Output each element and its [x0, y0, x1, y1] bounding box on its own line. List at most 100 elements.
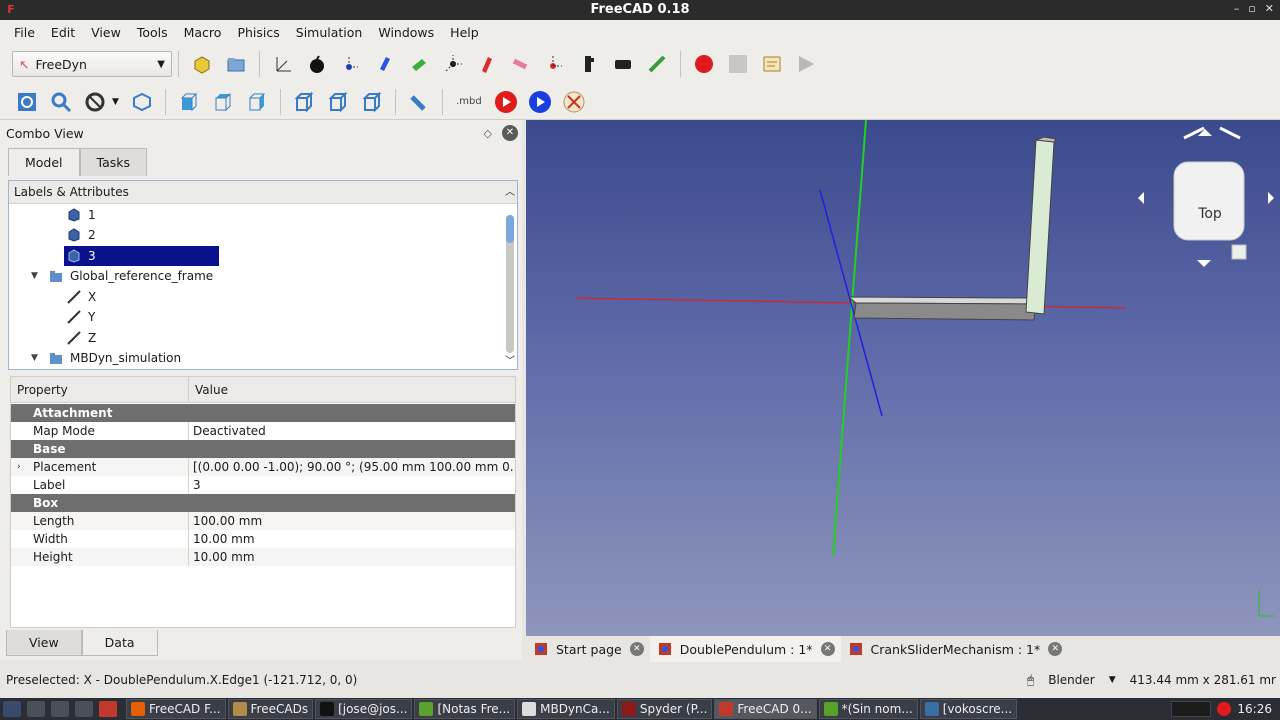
task-freecad[interactable]: FreeCAD 0...	[714, 699, 817, 719]
close-tab-icon[interactable]: ✕	[1048, 642, 1063, 656]
group-attachment[interactable]: Attachment	[11, 404, 515, 422]
menu-file[interactable]: File	[6, 25, 43, 40]
start-menu-icon[interactable]	[3, 701, 21, 717]
task-freecads-folder[interactable]: FreeCADs	[227, 699, 314, 719]
menu-macro[interactable]: Macro	[176, 25, 230, 40]
tree-item-2[interactable]: 2	[67, 225, 96, 245]
close-panel-icon[interactable]: ✕	[502, 125, 518, 141]
task-terminal[interactable]: [jose@jos...	[315, 699, 413, 719]
mbd-label[interactable]: .mbd	[451, 87, 487, 117]
prop-map-mode[interactable]: Map Mode Deactivated	[11, 422, 515, 440]
draw-style-icon[interactable]	[80, 87, 110, 117]
right-view-icon[interactable]	[242, 87, 272, 117]
prop-placement[interactable]: › Placement [(0.00 0.00 -1.00); 90.00 °;…	[11, 458, 515, 476]
fit-selection-icon[interactable]	[46, 87, 76, 117]
task-mbdyn[interactable]: MBDynCa...	[517, 699, 615, 719]
navigation-style-selector[interactable]: Blender	[1048, 673, 1095, 687]
chevron-down-icon[interactable]: ▼	[31, 353, 41, 363]
play-blue-icon[interactable]	[525, 87, 555, 117]
hinge-icon[interactable]	[506, 49, 536, 79]
3d-viewport[interactable]: Top	[526, 120, 1280, 636]
scroll-down-icon[interactable]: ﹀	[505, 352, 515, 367]
freecad-launcher-icon[interactable]	[99, 701, 117, 717]
dynamic-node-icon[interactable]	[370, 49, 400, 79]
reference-frame-icon[interactable]	[268, 49, 298, 79]
close-tab-icon[interactable]: ✕	[629, 642, 644, 656]
joint-icon[interactable]	[540, 49, 570, 79]
scroll-up-icon[interactable]: ︿	[505, 183, 515, 198]
desktop-icon[interactable]	[75, 701, 93, 717]
workbench-selector[interactable]: ↖ FreeDyn ▼	[12, 51, 172, 77]
prop-label[interactable]: Label 3	[11, 476, 515, 494]
menu-edit[interactable]: Edit	[43, 25, 83, 40]
task-notas[interactable]: [Notas Fre...	[414, 699, 516, 719]
stop-macro-icon[interactable]	[723, 49, 753, 79]
draw-style-dropdown-icon[interactable]: ▼	[112, 97, 119, 107]
prop-value[interactable]: 10.00 mm	[189, 548, 255, 566]
tab-tasks[interactable]: Tasks	[79, 148, 148, 176]
prop-value[interactable]: [(0.00 0.00 -1.00); 90.00 °; (95.00 mm 1…	[189, 458, 513, 476]
front-view-icon[interactable]	[174, 87, 204, 117]
task-firefox[interactable]: FreeCAD F...	[126, 699, 226, 719]
scrollbar-thumb[interactable]	[506, 215, 514, 243]
play-red-icon[interactable]	[491, 87, 521, 117]
close-tab-icon[interactable]: ✕	[820, 642, 835, 656]
chevron-right-icon[interactable]: ›	[17, 462, 21, 472]
tree-item-z[interactable]: Z	[67, 328, 96, 348]
tab-data[interactable]: Data	[81, 630, 158, 656]
node-icon[interactable]	[336, 49, 366, 79]
fit-all-icon[interactable]	[12, 87, 42, 117]
record-indicator-icon[interactable]	[1217, 702, 1232, 716]
top-view-icon[interactable]	[208, 87, 238, 117]
settings-icon[interactable]	[559, 87, 589, 117]
rear-view-icon[interactable]	[289, 87, 319, 117]
isometric-view-icon[interactable]	[127, 87, 157, 117]
probe-icon[interactable]	[642, 49, 672, 79]
tree-scrollbar[interactable]: ︿ ﹀	[503, 183, 515, 367]
structural-node-icon[interactable]	[438, 49, 468, 79]
menu-help[interactable]: Help	[442, 25, 487, 40]
prop-value[interactable]: 3	[189, 476, 201, 494]
prop-value[interactable]: 100.00 mm	[189, 512, 262, 530]
tree-item-x[interactable]: X	[67, 287, 96, 307]
chevron-down-icon[interactable]: ▼	[31, 271, 41, 281]
float-panel-icon[interactable]: ◇	[484, 127, 492, 140]
browser-icon[interactable]	[51, 701, 69, 717]
minimize-button[interactable]: –	[1234, 2, 1240, 15]
tree-item-3[interactable]: 3	[64, 246, 219, 266]
task-spyder[interactable]: Spyder (P...	[616, 699, 713, 719]
tab-view[interactable]: View	[6, 630, 82, 656]
menu-phisics[interactable]: Phisics	[229, 25, 287, 40]
prop-value[interactable]: Deactivated	[189, 422, 266, 440]
clock[interactable]: 16:26	[1237, 702, 1272, 716]
clamp-icon[interactable]	[574, 49, 604, 79]
close-window-button[interactable]: ✕	[1265, 2, 1274, 15]
chevron-down-icon[interactable]: ▼	[1109, 675, 1116, 685]
run-macro-icon[interactable]	[791, 49, 821, 79]
tree-item-global-reference-frame[interactable]: ▼ Global_reference_frame	[31, 266, 213, 286]
menu-view[interactable]: View	[83, 25, 129, 40]
group-box[interactable]: Box	[11, 494, 515, 512]
prop-width[interactable]: Width 10.00 mm	[11, 530, 515, 548]
task-vokoscreen[interactable]: [vokoscre...	[919, 699, 1018, 719]
prop-height[interactable]: Height 10.00 mm	[11, 548, 515, 566]
doc-tab-start-page[interactable]: Start page ✕	[526, 636, 650, 662]
left-view-icon[interactable]	[357, 87, 387, 117]
force-icon[interactable]	[472, 49, 502, 79]
prop-length[interactable]: Length 100.00 mm	[11, 512, 515, 530]
menu-windows[interactable]: Windows	[370, 25, 442, 40]
open-folder-icon[interactable]	[221, 49, 251, 79]
apple-gravity-icon[interactable]	[302, 49, 332, 79]
doc-tab-crankslidermechanism[interactable]: CrankSliderMechanism : 1* ✕	[841, 636, 1069, 662]
prop-value[interactable]: 10.00 mm	[189, 530, 255, 548]
create-body-icon[interactable]	[187, 49, 217, 79]
bottom-view-icon[interactable]	[323, 87, 353, 117]
task-sin-nombre[interactable]: *(Sin nom...	[818, 699, 918, 719]
maximize-button[interactable]: ▫	[1248, 2, 1255, 15]
tree-item-1[interactable]: 1	[67, 205, 96, 225]
menu-simulation[interactable]: Simulation	[288, 25, 371, 40]
group-base[interactable]: Base	[11, 440, 515, 458]
doc-tab-doublependulum[interactable]: DoublePendulum : 1* ✕	[649, 636, 841, 662]
file-manager-icon[interactable]	[27, 701, 45, 717]
value-column-header[interactable]: Value	[189, 383, 228, 397]
